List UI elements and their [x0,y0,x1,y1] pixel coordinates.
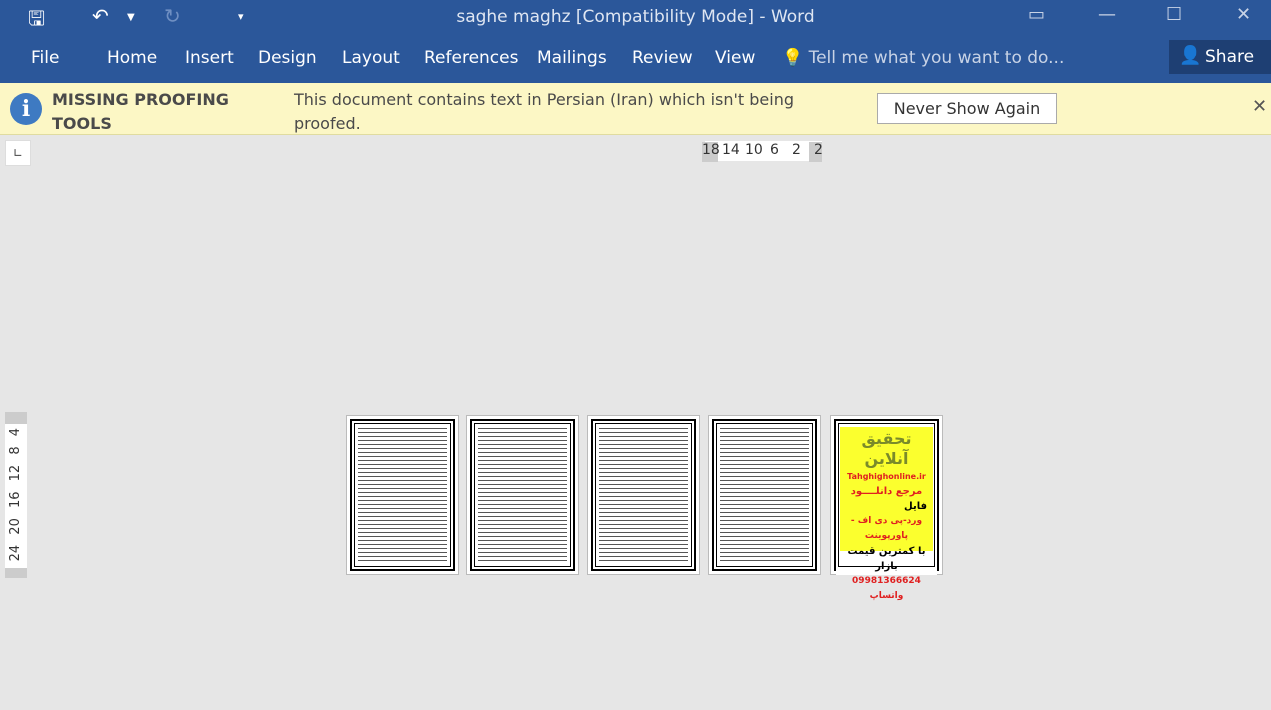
tab-home[interactable]: Home [107,48,157,68]
tab-mailings[interactable]: Mailings [537,48,607,68]
page-thumbnail[interactable] [346,415,459,575]
message-text: This document contains text in Persian (… [294,90,794,133]
ribbon-display-icon[interactable]: ▭ [1028,4,1045,25]
tab-references[interactable]: References [424,48,518,68]
ribbon-tabs: File Home Insert Design Layout Reference… [0,40,1271,83]
page-thumbnail[interactable] [587,415,700,575]
title-bar: 🖫 ↶ ▼ ↻ ▾ saghe maghz [Compatibility Mod… [0,0,1271,40]
minimize-button[interactable]: — [1098,4,1116,25]
close-button[interactable]: ✕ [1236,4,1251,25]
close-icon[interactable]: ✕ [1252,96,1267,117]
tab-selector[interactable]: ∟ [5,140,31,166]
tab-review[interactable]: Review [632,48,693,68]
lightbulb-icon: 💡 [782,48,804,68]
tell-me-search[interactable]: 💡 Tell me what you want to do... [782,48,1064,68]
maximize-button[interactable]: ☐ [1166,4,1182,25]
message-bar: i MISSING PROOFING TOOLS This document c… [0,83,1271,135]
person-icon: 👤 [1179,45,1202,66]
tab-file[interactable]: File [31,48,59,68]
info-icon: i [10,93,42,125]
tab-insert[interactable]: Insert [185,48,234,68]
tab-design[interactable]: Design [258,48,317,68]
page-thumbnail[interactable]: تحقیق آنلاین Tahghighonline.ir مرجع دانل… [830,415,943,601]
never-show-again-button[interactable]: Never Show Again [877,93,1057,124]
window-title: saghe maghz [Compatibility Mode] - Word [456,7,815,27]
tab-view[interactable]: View [715,48,755,68]
page-thumbnail[interactable] [466,415,579,575]
horizontal-ruler[interactable]: 18 14 10 6 2 2 [702,141,823,162]
page-thumbnail[interactable] [708,415,821,575]
message-title: MISSING PROOFING TOOLS [52,90,229,133]
advertisement-image: تحقیق آنلاین Tahghighonline.ir مرجع دانل… [840,427,933,601]
share-button[interactable]: 👤 Share [1169,40,1271,74]
tab-layout[interactable]: Layout [342,48,400,68]
vertical-ruler[interactable]: 24 20 16 12 8 4 [5,412,27,578]
